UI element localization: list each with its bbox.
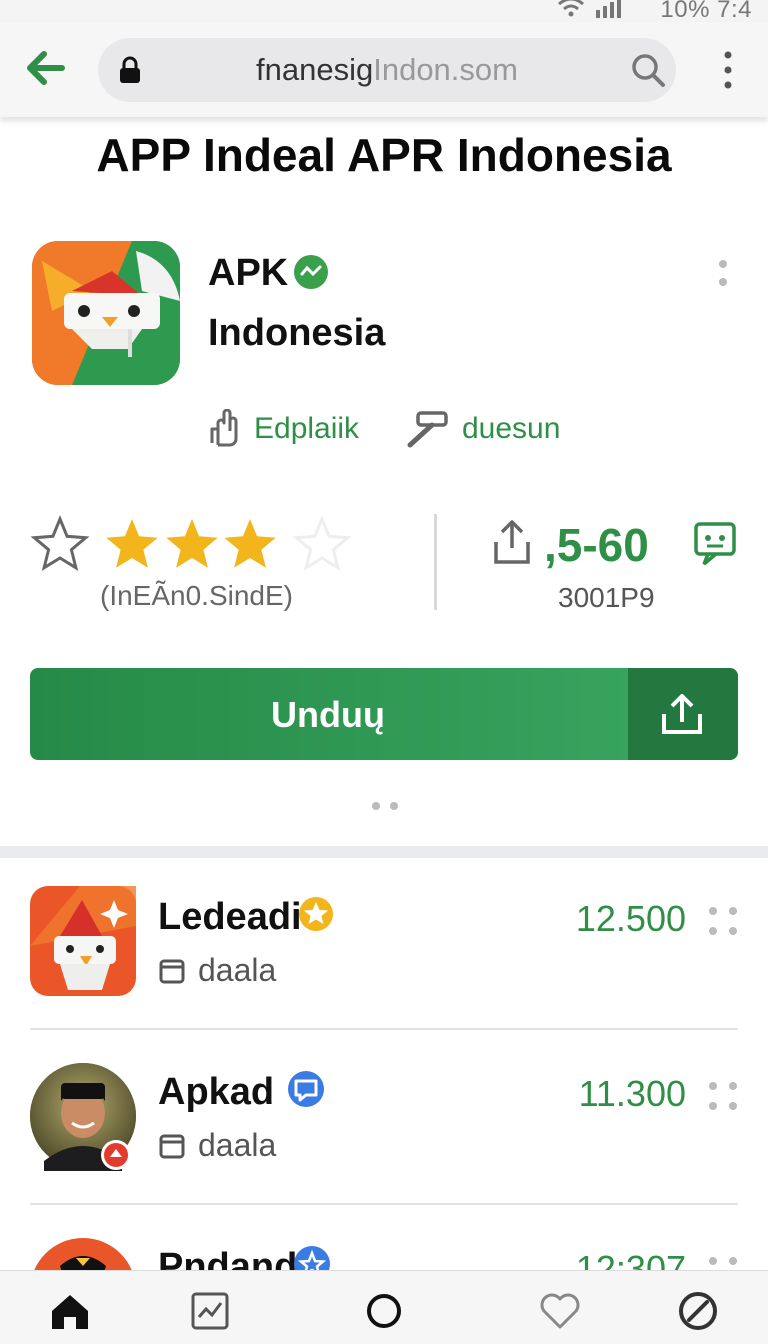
- list-item-value: 12:307: [575, 1248, 686, 1270]
- app-title-line2: Indonesia: [208, 312, 386, 354]
- more-dots-icon[interactable]: [706, 1254, 740, 1270]
- list-item-value: 11.300: [578, 1073, 686, 1114]
- list-item-meta-text: daala: [198, 1127, 277, 1163]
- url-path: Indon.som: [373, 52, 518, 87]
- rating-star: [224, 519, 276, 568]
- chart-icon[interactable]: [188, 1289, 232, 1333]
- action-design-label: duesun: [462, 412, 561, 445]
- rating-subtext: (InEÃn0.SindE): [100, 580, 293, 611]
- app-icon[interactable]: [32, 241, 180, 385]
- blocked-icon[interactable]: [676, 1289, 720, 1333]
- back-arrow-icon[interactable]: [22, 44, 70, 92]
- wifi-icon: [558, 0, 584, 17]
- chat-badge-icon: [288, 1071, 324, 1107]
- heart-icon[interactable]: [538, 1289, 582, 1333]
- app-title-line1: APK: [208, 252, 289, 294]
- download-share-button[interactable]: [628, 668, 738, 760]
- list-app-icon: [30, 886, 136, 996]
- list-item-meta: daala: [158, 952, 276, 989]
- list-item-meta: daala: [158, 1127, 276, 1164]
- url-domain: fnanesig: [256, 52, 374, 87]
- rating-stars: [30, 515, 352, 572]
- rating-star: [166, 519, 218, 568]
- more-dots-icon[interactable]: [706, 1079, 740, 1113]
- bottom-navigation: [0, 1270, 768, 1344]
- calendar-icon: [159, 959, 185, 983]
- action-explain[interactable]: Edplaiik: [206, 408, 359, 450]
- list-divider: [30, 1028, 738, 1030]
- calendar-icon: [159, 1134, 185, 1158]
- circle-icon[interactable]: [362, 1289, 406, 1333]
- search-icon[interactable]: [630, 52, 666, 88]
- status-text: 10% 7:4: [660, 0, 752, 23]
- list-item[interactable]: Ledeadi daala 12.500: [0, 856, 768, 1026]
- menu-kebab-icon[interactable]: [718, 50, 738, 90]
- home-icon[interactable]: [48, 1289, 92, 1333]
- pager-dots: [372, 802, 398, 810]
- download-count: ,5-60: [544, 519, 649, 571]
- status-bar: 10% 7:4: [0, 0, 768, 23]
- stat-divider: [434, 514, 437, 610]
- list-item-value: 12.500: [575, 898, 686, 939]
- rating-star: [30, 515, 90, 572]
- list-item[interactable]: Pndand 12:307: [0, 1206, 768, 1270]
- share-icon[interactable]: [490, 518, 534, 566]
- chat-bot-icon[interactable]: [692, 520, 738, 568]
- page-title: APP Indeal APR Indonesia: [96, 129, 672, 181]
- list-item-name: Apkad: [158, 1071, 275, 1113]
- browser-toolbar: fnanesigIndon.som: [0, 22, 768, 117]
- action-explain-label: Edplaiik: [254, 412, 360, 445]
- list-app-icon: [34, 1238, 132, 1270]
- list-item-name: Ledeadi: [158, 896, 302, 938]
- list-divider: [30, 1203, 738, 1205]
- address-bar[interactable]: fnanesigIndon.som: [98, 38, 676, 102]
- download-button[interactable]: Unduų: [30, 668, 738, 760]
- star-badge-icon: [294, 1246, 330, 1270]
- url-text[interactable]: fnanesigIndon.som: [98, 52, 676, 88]
- rating-star: [292, 515, 352, 572]
- list-item-name: Pndand: [158, 1246, 298, 1270]
- hand-pointer-icon: [210, 409, 238, 447]
- verified-icon: [294, 255, 328, 289]
- paint-roller-icon: [407, 411, 448, 448]
- avatar: [30, 1063, 136, 1171]
- action-design[interactable]: duesun: [404, 408, 560, 450]
- list-item[interactable]: Apkad daala 11.300: [0, 1031, 768, 1201]
- rating-star: [106, 519, 158, 568]
- download-label: Unduų: [271, 694, 385, 735]
- app-more-icon[interactable]: [716, 258, 730, 288]
- upload-icon: [662, 694, 702, 734]
- count-subtext: 3001P9: [558, 582, 655, 613]
- signal-icon: [596, 0, 621, 18]
- more-dots-icon[interactable]: [706, 904, 740, 938]
- list-item-meta-text: daala: [198, 952, 277, 988]
- star-badge-icon: [299, 897, 333, 931]
